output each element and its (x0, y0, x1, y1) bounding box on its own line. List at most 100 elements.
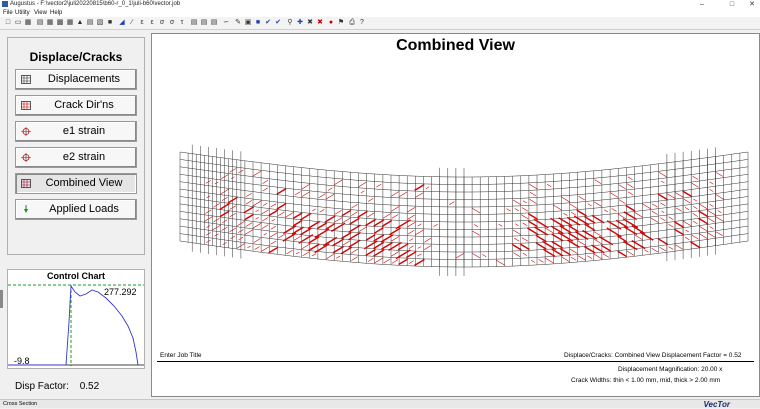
strain-icon (21, 153, 31, 162)
mesh-line (359, 263, 367, 264)
fill-icon[interactable]: ■ (254, 19, 262, 27)
shear-icon[interactable]: τ (178, 19, 186, 27)
delete-icon[interactable]: ✖ (316, 19, 324, 27)
crack-mark (523, 223, 528, 226)
mesh-line (659, 215, 667, 216)
mesh-line (318, 184, 326, 185)
menu-utility[interactable]: Utility (15, 10, 30, 16)
frame-icon[interactable]: ▣ (244, 19, 252, 27)
stress-1-icon[interactable]: σ (158, 19, 166, 27)
crack-mark (499, 224, 503, 226)
menu-file[interactable]: File (3, 10, 13, 16)
crack-mark (424, 238, 430, 242)
mesh-line (310, 243, 318, 244)
table-icon[interactable]: ▤ (86, 19, 94, 27)
mesh-line (286, 188, 294, 189)
mesh-line (586, 208, 594, 209)
load-icon[interactable]: ▲ (76, 19, 84, 27)
splitter-handle[interactable] (0, 290, 3, 308)
pin-icon[interactable]: ⚑ (337, 19, 345, 27)
pen-icon[interactable]: ✎ (234, 19, 242, 27)
crack-mark (253, 223, 262, 228)
strain-e1-icon[interactable]: ε (138, 19, 146, 27)
combined-view-button[interactable]: Combined View (15, 173, 137, 194)
mesh-line (261, 208, 269, 209)
pattern-icon[interactable]: ◢ (118, 19, 126, 27)
close-icon[interactable]: ✕ (740, 0, 760, 9)
mesh-line (683, 249, 691, 250)
crack-mark (513, 253, 520, 257)
check-icon[interactable]: ✔ (264, 19, 272, 27)
mesh-line (294, 256, 302, 257)
mesh-line (245, 168, 253, 169)
crack-icon[interactable]: ▧ (96, 19, 104, 27)
e2-strain-button[interactable]: e2 strain (15, 147, 137, 168)
print-icon[interactable]: ⎙ (348, 19, 356, 27)
mesh-line (310, 198, 318, 199)
mesh-line (643, 165, 651, 166)
curve-icon[interactable]: ∽ (222, 19, 230, 27)
save-icon[interactable]: ▦ (24, 19, 32, 27)
mesh-line (269, 164, 277, 165)
applied-loads-button[interactable]: Applied Loads (15, 199, 137, 220)
stress-2-icon[interactable]: σ (168, 19, 176, 27)
strain-e2-icon[interactable]: ε (148, 19, 156, 27)
crack-mark (612, 209, 617, 212)
plot-icon[interactable]: ▤ (210, 19, 218, 27)
mesh-icon[interactable]: ▦ (46, 19, 54, 27)
mesh-line (537, 197, 545, 198)
mesh-line (699, 187, 707, 188)
mesh-line (302, 183, 310, 184)
mesh-line (302, 198, 310, 199)
mesh-line (667, 244, 675, 245)
line-icon[interactable]: ∕ (128, 19, 136, 27)
zoom-icon[interactable]: ⚲ (286, 19, 294, 27)
crack-mark (341, 247, 352, 253)
menu-view[interactable]: View (34, 10, 47, 16)
mesh-line (570, 172, 578, 173)
stop-icon[interactable]: ● (327, 19, 335, 27)
mesh-line (326, 237, 334, 238)
histogram-icon[interactable]: ▤ (190, 19, 198, 27)
menu-help[interactable]: Help (50, 10, 62, 16)
ok-icon[interactable]: ✔ (274, 19, 282, 27)
mesh-line (545, 182, 553, 183)
mesh-line (180, 241, 188, 242)
crack-dirns-button[interactable]: Crack Dir'ns (15, 95, 137, 116)
section-icon[interactable]: ▩ (56, 19, 64, 27)
crack-mark (399, 259, 408, 264)
new-icon[interactable]: □ (4, 19, 12, 27)
mesh-line (675, 206, 683, 207)
mesh-line (683, 175, 691, 176)
mesh-line (651, 231, 659, 232)
crack-mark (523, 253, 527, 255)
mesh-line (286, 211, 294, 212)
mesh-line (740, 159, 748, 160)
crack-mark (415, 193, 423, 198)
help-icon[interactable]: ? (358, 19, 366, 27)
mesh-line (707, 171, 715, 172)
crack-mark (366, 250, 376, 256)
mesh-line (261, 178, 269, 179)
mesh-line (618, 205, 626, 206)
mesh-line (634, 211, 642, 212)
grid-icon[interactable]: ▦ (66, 19, 74, 27)
mesh-line (683, 190, 691, 191)
window-title: Augustus - F:\vector2\juli20220815\b60-r… (10, 1, 180, 7)
open-icon[interactable]: ▭ (14, 19, 22, 27)
minimize-icon[interactable]: – (690, 0, 714, 9)
e1-strain-button[interactable]: e1 strain (15, 121, 137, 142)
chart-icon[interactable]: ▤ (36, 19, 44, 27)
scale-icon[interactable]: ✚ (296, 19, 304, 27)
mesh-line (253, 184, 261, 185)
crack-mark (293, 213, 302, 218)
mesh-line (261, 185, 269, 186)
control-chart[interactable]: Control Chart 277.292 -9.8 (7, 269, 145, 369)
mesh-line (310, 183, 318, 184)
chart-line-icon[interactable]: ▤ (200, 19, 208, 27)
tools-icon[interactable]: ✖ (306, 19, 314, 27)
view-icon[interactable]: ■ (106, 19, 114, 27)
combined-view-canvas[interactable]: Combined View Enter Job Title Displace/C… (151, 33, 760, 397)
displacements-button[interactable]: Displacements (15, 69, 137, 90)
strain-icon (21, 127, 31, 136)
